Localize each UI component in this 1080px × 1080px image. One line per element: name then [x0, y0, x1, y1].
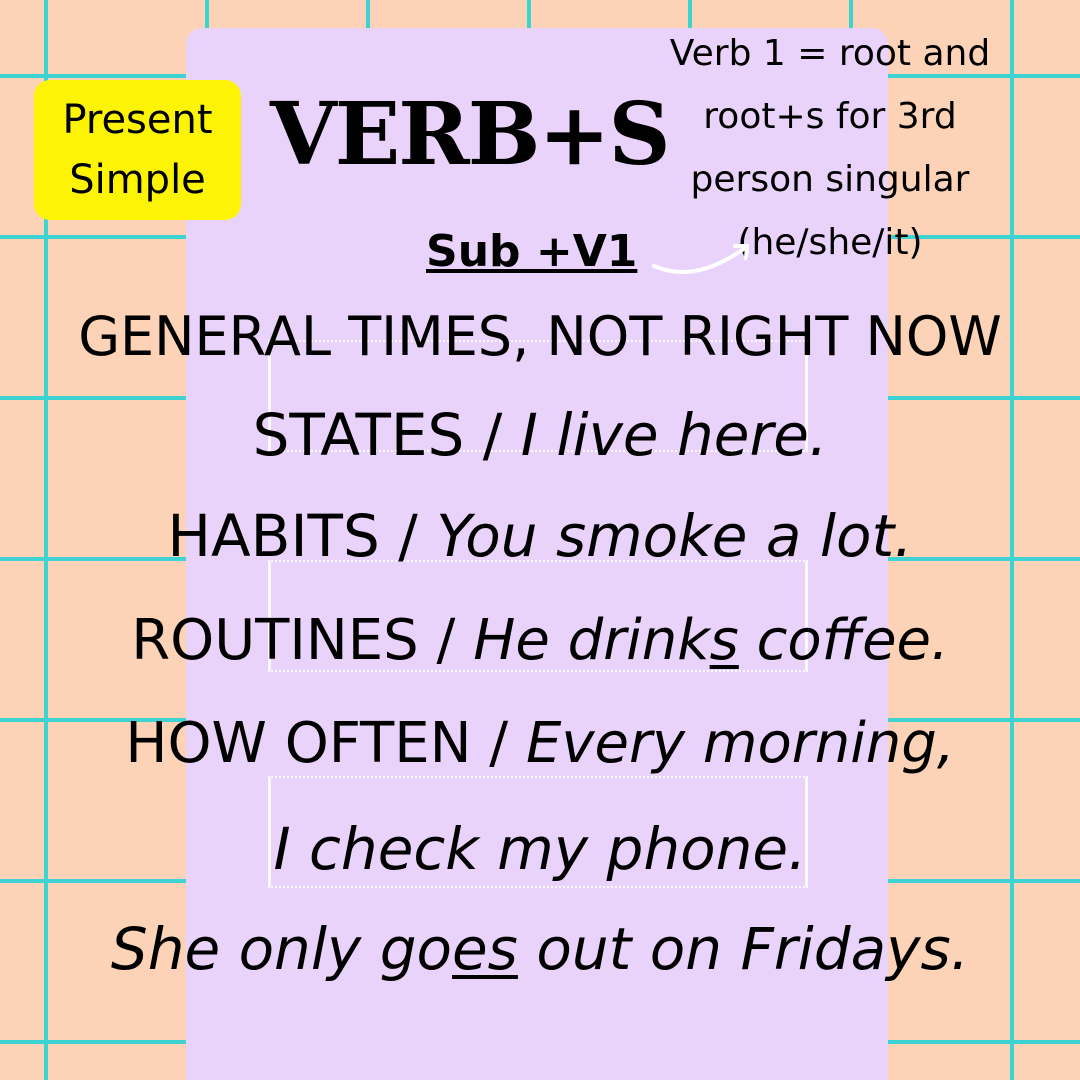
usage-example: Every morning,	[525, 711, 955, 776]
usage-example: I live here.	[520, 401, 828, 469]
badge-line-2: Simple	[69, 157, 206, 203]
usage-line-example-continued: I check my phone.	[0, 820, 1080, 878]
example-part: out on Fridays.	[517, 915, 970, 983]
page-title: VERB+S	[270, 84, 671, 185]
usage-label: ROUTINES /	[131, 608, 474, 673]
curved-arrow-icon	[652, 244, 750, 274]
usage-label: HOW OFTEN /	[125, 711, 526, 776]
usage-example: You smoke a lot.	[436, 502, 913, 570]
usage-label: HABITS /	[167, 502, 437, 570]
example-part: She only go	[110, 915, 452, 983]
usage-line-general: GENERAL TIMES, NOT RIGHT NOW	[0, 310, 1080, 364]
example-part: coffee.	[738, 608, 949, 673]
verb-ending: s	[709, 608, 739, 673]
usage-label: STATES /	[252, 401, 521, 469]
usage-line-states: STATES / I live here.	[0, 406, 1080, 464]
usage-example: I check my phone.	[273, 815, 807, 883]
usage-line-habits: HABITS / You smoke a lot.	[0, 507, 1080, 565]
example-part: He drink	[473, 608, 710, 673]
usage-line-example-fridays: She only goes out on Fridays.	[0, 920, 1080, 978]
usage-example: She only goes out on Fridays.	[111, 915, 969, 983]
usage-line-how-often: HOW OFTEN / Every morning,	[0, 716, 1080, 772]
tense-badge: Present Simple	[34, 80, 241, 220]
usage-line-routines: ROUTINES / He drinks coffee.	[0, 613, 1080, 669]
formula: Sub +V1	[426, 226, 638, 277]
verb-ending: es	[452, 915, 518, 983]
usage-label: GENERAL TIMES, NOT RIGHT NOW	[78, 305, 1002, 368]
badge-line-1: Present	[62, 97, 213, 143]
usage-example: He drinks coffee.	[473, 608, 949, 673]
